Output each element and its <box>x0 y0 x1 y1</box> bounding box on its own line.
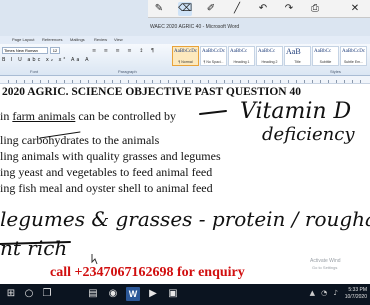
pen-tool-icon[interactable]: ✎ <box>152 2 166 16</box>
eraser-tool-icon[interactable]: ⌫ <box>178 2 192 16</box>
highlighter-tool-icon[interactable]: ✐ <box>204 2 218 16</box>
style-title[interactable]: AaB Title <box>284 46 311 66</box>
ink-toolbar: ✎ ⌫ ✐ ╱ ↶ ↷ ⎙ ✕ <box>148 0 370 18</box>
style-name: ¶ No Spaci... <box>203 60 224 64</box>
tab-page-layout[interactable]: Page Layout <box>12 37 34 42</box>
style-sample: AaBbCcDc <box>174 49 198 54</box>
screenshot-tool-icon[interactable]: ⎙ <box>308 2 322 16</box>
format-buttons[interactable]: B I U abc x₂ x² Aa A <box>2 57 91 63</box>
styles-group-label: Styles <box>330 69 341 74</box>
media-icon[interactable]: ▶ <box>146 287 160 301</box>
clock[interactable]: 5:33 PM 10/7/2020 <box>345 287 367 301</box>
question-line: in farm animals can be controlled by <box>0 109 176 124</box>
option-line: ling carbohydrates to the animals <box>0 133 160 147</box>
style-name: Title <box>294 60 301 64</box>
search-icon[interactable]: ○ <box>22 287 36 301</box>
style-sample: AaBbCc <box>314 49 332 54</box>
enquiry-banner: call +2347067162698 for enquiry <box>50 265 245 280</box>
style-no-spacing[interactable]: AaBbCcDc ¶ No Spaci... <box>200 46 227 66</box>
browser-icon[interactable]: ◉ <box>106 287 120 301</box>
style-heading-2[interactable]: AaBbCc Heading 2 <box>256 46 283 66</box>
style-name: Heading 1 <box>233 60 250 64</box>
tab-references[interactable]: References <box>42 37 62 42</box>
redo-tool-icon[interactable]: ↷ <box>282 2 296 16</box>
window-title: WAEC 2020 AGRIC 40 - Microsoft Word <box>150 24 240 30</box>
tab-review[interactable]: Review <box>94 37 107 42</box>
style-subtitle[interactable]: AaBbCc Subtitle <box>312 46 339 66</box>
activation-watermark: Activate Wind <box>310 258 341 264</box>
ruler-ticks <box>8 80 362 83</box>
option-line: ing yeast and vegetables to feed animal … <box>0 165 213 179</box>
ruler <box>0 76 370 84</box>
line-tool-icon[interactable]: ╱ <box>230 2 244 16</box>
paragraph-buttons[interactable]: ≡ ≡ ≡ ≡ ↕ ¶ <box>92 48 157 54</box>
font-name-select[interactable]: Times New Roman <box>2 47 48 54</box>
tab-mailings[interactable]: Mailings <box>70 37 85 42</box>
paragraph-group-label: Paragraph <box>118 69 137 74</box>
undo-tool-icon[interactable]: ↶ <box>256 2 270 16</box>
clock-date: 10/7/2020 <box>344 294 367 300</box>
document-page[interactable]: 2020 AGRIC. SCIENCE OBJECTIVE PAST QUEST… <box>0 84 370 284</box>
question-suffix: can be controlled by <box>75 109 176 123</box>
option-line: ing fish meal and oyster shell to animal… <box>0 181 213 195</box>
file-explorer-icon[interactable]: ▤ <box>86 287 100 301</box>
style-sample: AaBbCcDc <box>342 49 366 54</box>
task-view-icon[interactable]: ❐ <box>40 287 54 301</box>
style-normal[interactable]: AaBbCcDc ¶ Normal <box>172 46 199 66</box>
style-name: Subtle Em... <box>343 60 364 64</box>
style-sample: AaBbCc <box>258 49 276 54</box>
style-subtle-emphasis[interactable]: AaBbCcDc Subtle Em... <box>340 46 367 66</box>
system-tray[interactable]: ▲ ◔ ♪ <box>310 289 340 297</box>
style-name: Heading 2 <box>261 60 278 64</box>
ribbon: Times New Roman 12 B I U abc x₂ x² Aa A … <box>0 44 370 76</box>
style-sample: AaB <box>286 47 301 56</box>
style-heading-1[interactable]: AaBbCc Heading 1 <box>228 46 255 66</box>
document-title: 2020 AGRIC. SCIENCE OBJECTIVE PAST QUEST… <box>2 86 301 98</box>
question-prefix: in <box>0 109 13 123</box>
style-sample: AaBbCc <box>230 49 248 54</box>
style-name: ¶ Normal <box>178 60 193 64</box>
tab-view[interactable]: View <box>114 37 123 42</box>
store-icon[interactable]: ▣ <box>166 287 180 301</box>
taskbar: ⊞ ○ ❐ ▤ ◉ W ▶ ▣ ▲ ◔ ♪ 5:33 PM 10/7/2020 <box>0 284 370 305</box>
clock-time: 5:33 PM <box>348 287 367 293</box>
style-sample: AaBbCcDc <box>202 49 226 54</box>
font-group-label: Font <box>30 69 39 74</box>
start-icon[interactable]: ⊞ <box>4 287 18 301</box>
activation-watermark-sub: Go to Settings <box>312 265 338 270</box>
option-line: ling animals with quality grasses and le… <box>0 149 221 163</box>
style-name: Subtitle <box>319 60 332 64</box>
close-tool-icon[interactable]: ✕ <box>348 2 362 16</box>
font-size-select[interactable]: 12 <box>50 47 60 54</box>
ribbon-tabs: Page Layout References Mailings Review V… <box>0 36 370 44</box>
question-underlined: farm animals <box>12 109 76 123</box>
word-icon[interactable]: W <box>126 287 140 301</box>
